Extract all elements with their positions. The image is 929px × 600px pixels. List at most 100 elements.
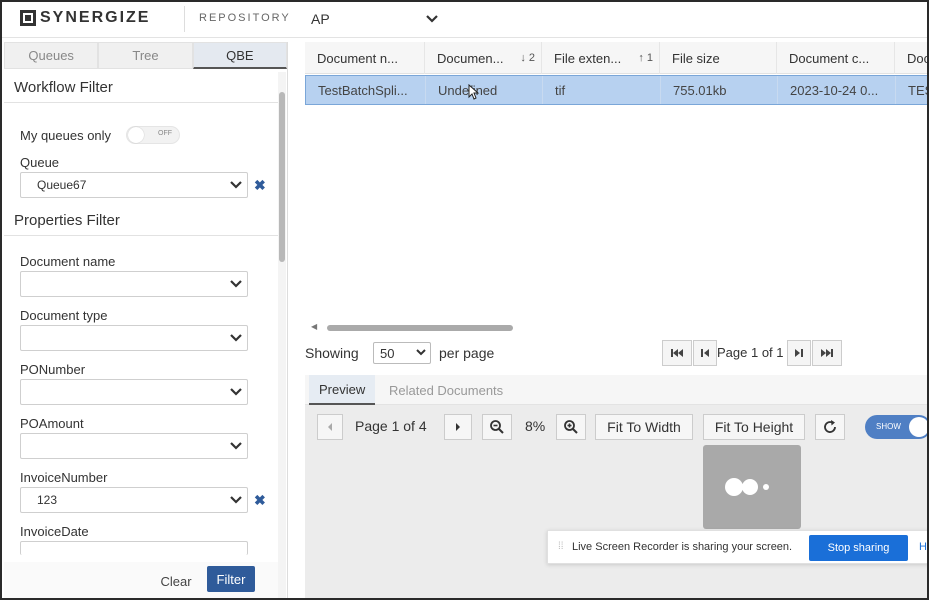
first-page-button[interactable] <box>662 340 692 366</box>
invoicenumber-value: 123 <box>37 493 58 507</box>
loading-icon <box>725 478 743 496</box>
document-thumbnail[interactable] <box>703 445 801 529</box>
ponumber-select[interactable] <box>20 379 248 405</box>
zoom-in-button[interactable] <box>556 414 586 440</box>
next-preview-page-button[interactable] <box>444 414 472 440</box>
chevron-down-icon <box>425 12 439 26</box>
table-row[interactable]: TestBatchSpli... Undefined tif 755.01kb … <box>305 75 929 105</box>
fit-to-width-button[interactable]: Fit To Width <box>595 414 693 440</box>
clear-button[interactable]: Clear <box>154 570 198 592</box>
panel-tabs: Queues Tree QBE <box>4 42 287 69</box>
chevron-down-icon <box>229 277 243 291</box>
filter-button[interactable]: Filter <box>207 566 255 592</box>
document-name-select[interactable] <box>20 271 248 297</box>
previous-preview-page-button[interactable] <box>317 414 343 440</box>
table-cell: TestBatchSpli... <box>306 76 426 104</box>
scrollbar-thumb[interactable] <box>279 92 285 262</box>
tab-related-documents[interactable]: Related Documents <box>379 375 513 405</box>
column-header[interactable]: File size <box>660 42 777 74</box>
drag-handle-icon[interactable]: ⁞⁞ <box>558 541 564 552</box>
zoom-level: 8% <box>525 418 546 434</box>
clear-invoicenumber-icon[interactable]: ✖ <box>254 492 266 509</box>
my-queues-only-toggle[interactable]: OFF <box>126 126 180 144</box>
tab-tree[interactable]: Tree <box>98 42 193 69</box>
mouse-cursor-icon <box>468 84 480 100</box>
next-page-button[interactable] <box>787 340 811 366</box>
preview-page-info: Page 1 of 4 <box>355 418 427 434</box>
loading-dot <box>742 479 758 495</box>
zoom-in-icon <box>564 420 578 434</box>
toggle-text: SHOW <box>876 422 901 431</box>
workflow-filter-title: Workflow Filter <box>14 79 113 96</box>
table-cell: Undefined <box>426 76 543 104</box>
ponumber-label: PONumber <box>20 362 86 377</box>
zoom-out-icon <box>490 420 504 434</box>
document-type-select[interactable] <box>20 325 248 351</box>
document-name-label: Document name <box>20 254 116 269</box>
brand-name: SYNERGIZE <box>40 9 151 26</box>
loading-dot <box>763 484 769 490</box>
properties-filter-title: Properties Filter <box>14 212 120 229</box>
zoom-out-button[interactable] <box>482 414 512 440</box>
tab-preview[interactable]: Preview <box>309 375 376 405</box>
next-page-icon <box>795 349 803 357</box>
column-label: Document c... <box>789 50 870 66</box>
invoicenumber-label: InvoiceNumber <box>20 470 108 485</box>
rotate-icon <box>824 420 836 433</box>
chevron-left-icon <box>328 423 332 431</box>
queue-value: Queue67 <box>37 178 87 192</box>
column-header[interactable]: Documen... ↓ 2 <box>425 42 542 74</box>
poamount-select[interactable] <box>20 433 248 459</box>
grid-horizontal-scrollbar[interactable]: ◀ <box>305 322 929 332</box>
repository-value: AP <box>311 11 330 27</box>
logo-icon <box>20 10 36 26</box>
table-cell: 755.01kb <box>661 76 778 104</box>
column-header[interactable]: File exten... ↑ 1 <box>542 42 660 74</box>
toggle-knob <box>909 417 929 437</box>
invoicedate-label: InvoiceDate <box>20 524 89 539</box>
invoicedate-field[interactable] <box>20 541 248 555</box>
filter-panel: Queues Tree QBE Workflow Filter My queue… <box>4 42 288 598</box>
hide-link[interactable]: H <box>919 541 927 553</box>
repository-select[interactable]: AP <box>305 6 445 32</box>
divider <box>4 102 278 103</box>
showing-label: Showing <box>305 345 359 361</box>
column-header[interactable]: Document n... <box>305 42 425 74</box>
column-header[interactable]: Doc <box>895 42 929 74</box>
poamount-label: POAmount <box>20 416 84 431</box>
chevron-down-icon <box>414 345 428 359</box>
per-page-label: per page <box>439 345 495 361</box>
last-page-button[interactable] <box>812 340 842 366</box>
column-label: Doc <box>907 50 929 66</box>
queue-select[interactable]: Queue67 <box>20 172 248 198</box>
scrollbar-thumb[interactable] <box>327 325 513 331</box>
queue-label: Queue <box>20 155 60 170</box>
grid-pager: Showing 50 per page Page 1 of 1 <box>305 340 929 368</box>
sort-indicator: ↑ 1 <box>638 52 653 64</box>
per-page-select[interactable]: 50 <box>373 342 431 364</box>
invoicenumber-select[interactable]: 123 <box>20 487 248 513</box>
chevron-right-icon <box>456 423 460 431</box>
table-cell: TES <box>908 82 928 98</box>
column-label: File size <box>672 50 720 66</box>
stop-sharing-button[interactable]: Stop sharing <box>809 535 908 561</box>
fit-to-height-button[interactable]: Fit To Height <box>703 414 805 440</box>
tab-qbe[interactable]: QBE <box>192 42 287 69</box>
rotate-button[interactable] <box>815 414 845 440</box>
toggle-knob <box>128 127 144 143</box>
divider <box>184 6 185 32</box>
previous-page-button[interactable] <box>693 340 717 366</box>
column-header[interactable]: Document c... <box>777 42 895 74</box>
panel-scrollbar[interactable] <box>278 72 286 598</box>
column-label: Document n... <box>317 50 398 66</box>
table-cell: 2023-10-24 0... <box>778 76 896 104</box>
top-bar: SYNERGIZE REPOSITORY AP <box>0 0 929 38</box>
chevron-down-icon <box>229 385 243 399</box>
clear-queue-icon[interactable]: ✖ <box>254 177 266 194</box>
last-page-icon <box>821 349 833 357</box>
scroll-left-icon[interactable]: ◀ <box>311 322 317 331</box>
first-page-icon <box>671 349 683 357</box>
show-toggle[interactable]: SHOW <box>865 415 929 439</box>
tab-queues[interactable]: Queues <box>4 42 99 69</box>
sort-indicator: ↓ 2 <box>520 52 535 64</box>
